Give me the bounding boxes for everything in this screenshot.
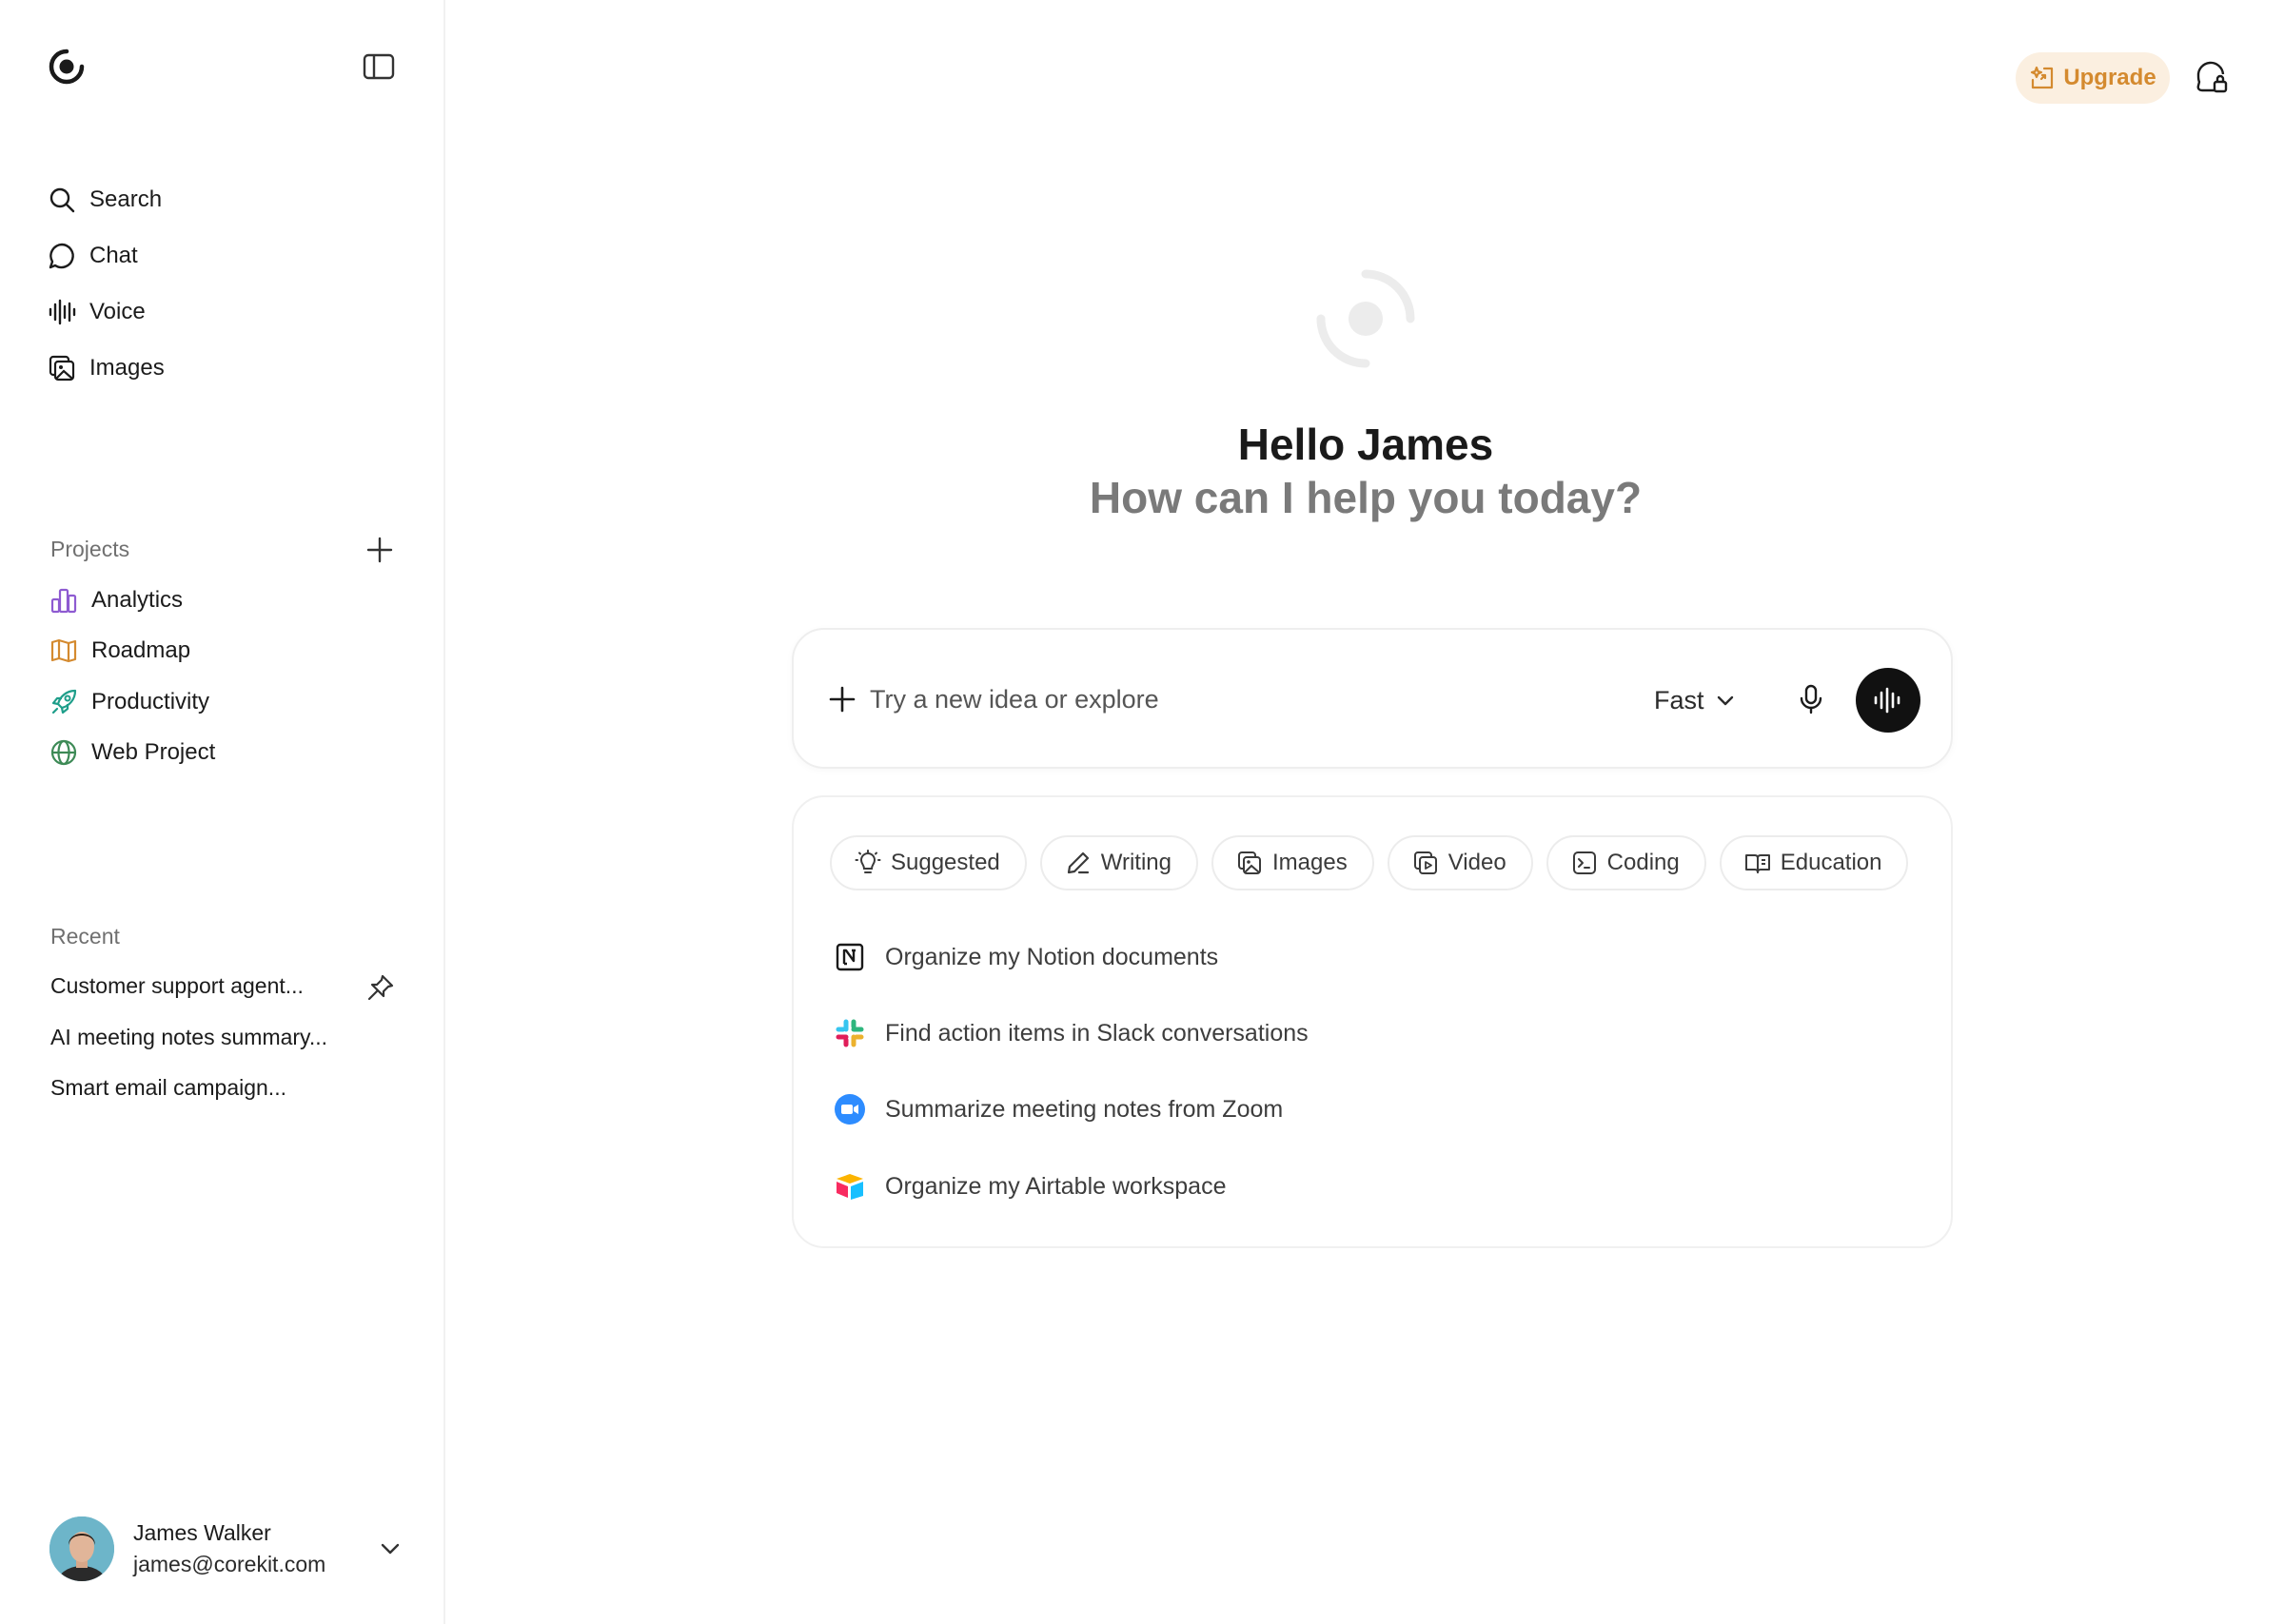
rocket-icon	[51, 689, 77, 714]
chip-education[interactable]: Education	[1719, 835, 1909, 890]
suggestion-item[interactable]: Summarize meeting notes from Zoom	[834, 1090, 1283, 1128]
suggestion-label: Find action items in Slack conversations	[885, 1019, 1309, 1047]
hero-logo-icon	[1316, 269, 1415, 368]
prompt-input[interactable]	[870, 675, 1593, 723]
chip-label: Images	[1272, 850, 1348, 875]
nav-item-label: Search	[89, 186, 163, 212]
private-chat-icon[interactable]	[2195, 61, 2229, 95]
project-item-productivity[interactable]: Productivity	[49, 683, 209, 721]
suggestions-panel: Suggested Writing Images Video Coding Ed…	[792, 795, 1953, 1248]
greeting: Hello James	[1237, 420, 1494, 469]
nav-item-label: Voice	[89, 299, 146, 324]
chip-label: Education	[1780, 850, 1882, 875]
user-email: james@corekit.com	[133, 1552, 326, 1576]
add-project-icon[interactable]	[364, 534, 396, 566]
recent-item[interactable]: Smart email campaign...	[50, 1075, 286, 1101]
chip-coding[interactable]: Coding	[1546, 835, 1706, 890]
chip-label: Video	[1447, 850, 1506, 875]
zoom-icon	[835, 1094, 865, 1125]
upgrade-sparkle-icon	[2031, 66, 2054, 89]
project-item-roadmap[interactable]: Roadmap	[49, 632, 190, 670]
nav-item-chat[interactable]: Chat	[48, 235, 138, 277]
slack-icon	[836, 1019, 864, 1047]
recent-item[interactable]: AI meeting notes summary...	[50, 1025, 327, 1050]
suggestion-label: Summarize meeting notes from Zoom	[885, 1095, 1284, 1123]
user-menu[interactable]: James Walker james@corekit.com	[49, 1515, 404, 1583]
projects-section-label: Projects	[50, 537, 130, 561]
globe-icon	[50, 739, 77, 766]
notion-icon	[836, 943, 864, 971]
sidebar: Search Chat Voice Images Projects Analyt…	[0, 0, 445, 1624]
avatar	[49, 1516, 114, 1581]
map-icon	[50, 638, 77, 663]
project-item-web-project[interactable]: Web Project	[49, 734, 215, 772]
nav-item-label: Chat	[89, 243, 138, 268]
project-item-label: Roadmap	[91, 637, 191, 663]
user-name: James Walker	[133, 1520, 271, 1545]
greeting-subtitle: How can I help you today?	[1089, 473, 1643, 522]
recent-section-label: Recent	[50, 924, 120, 949]
chip-images[interactable]: Images	[1211, 835, 1374, 890]
add-attachment-icon[interactable]	[826, 683, 858, 715]
suggestion-item[interactable]: Organize my Airtable workspace	[834, 1167, 1226, 1205]
book-icon	[1744, 854, 1770, 873]
suggestion-item[interactable]: Find action items in Slack conversations	[834, 1014, 1309, 1052]
recent-item[interactable]: Customer support agent...	[50, 973, 304, 999]
chip-label: Writing	[1100, 850, 1172, 875]
pin-icon[interactable]	[365, 972, 396, 1003]
upgrade-label: Upgrade	[2063, 65, 2156, 90]
pen-icon	[1067, 851, 1089, 874]
project-item-label: Analytics	[91, 587, 184, 613]
video-icon	[1413, 851, 1437, 874]
images-icon	[1238, 851, 1262, 874]
nav-item-images[interactable]: Images	[48, 347, 165, 389]
model-selector-label: Fast	[1654, 685, 1704, 714]
model-selector[interactable]: Fast	[1654, 679, 1737, 721]
nav-item-search[interactable]: Search	[48, 179, 162, 221]
airtable-icon	[837, 1174, 863, 1200]
chip-video[interactable]: Video	[1387, 835, 1533, 890]
lightbulb-icon	[855, 850, 881, 873]
voice-mode-button[interactable]	[1856, 668, 1920, 733]
terminal-icon	[1572, 851, 1596, 874]
nav-item-voice[interactable]: Voice	[48, 291, 146, 333]
chevron-down-icon	[1717, 695, 1733, 706]
chip-label: Suggested	[891, 850, 1000, 875]
nav-item-label: Images	[89, 355, 165, 381]
chat-bubble-icon	[49, 243, 74, 269]
project-item-label: Web Project	[91, 739, 216, 765]
category-chips: Suggested Writing Images Video Coding Ed…	[830, 835, 1909, 890]
project-item-label: Productivity	[91, 689, 210, 714]
suggestion-item[interactable]: Organize my Notion documents	[834, 938, 1218, 976]
waveform-icon	[49, 299, 76, 325]
sidebar-toggle-icon[interactable]	[362, 51, 396, 82]
suggestion-label: Organize my Airtable workspace	[885, 1172, 1227, 1200]
main-area: Upgrade Hello James How can I help you t…	[447, 0, 2284, 1624]
search-icon	[49, 187, 75, 213]
upgrade-button[interactable]: Upgrade	[2016, 52, 2170, 104]
bar-chart-icon	[50, 588, 77, 614]
chip-writing[interactable]: Writing	[1039, 835, 1199, 890]
chip-suggested[interactable]: Suggested	[830, 835, 1027, 890]
app-logo-icon[interactable]	[46, 46, 88, 88]
composer: Fast	[792, 628, 1953, 769]
suggestion-label: Organize my Notion documents	[885, 943, 1219, 970]
images-icon	[49, 355, 75, 382]
waveform-icon	[1874, 687, 1900, 714]
chevron-down-icon[interactable]	[377, 1536, 404, 1562]
chip-label: Coding	[1606, 850, 1680, 875]
project-item-analytics[interactable]: Analytics	[49, 581, 183, 619]
microphone-icon[interactable]	[1793, 681, 1829, 717]
